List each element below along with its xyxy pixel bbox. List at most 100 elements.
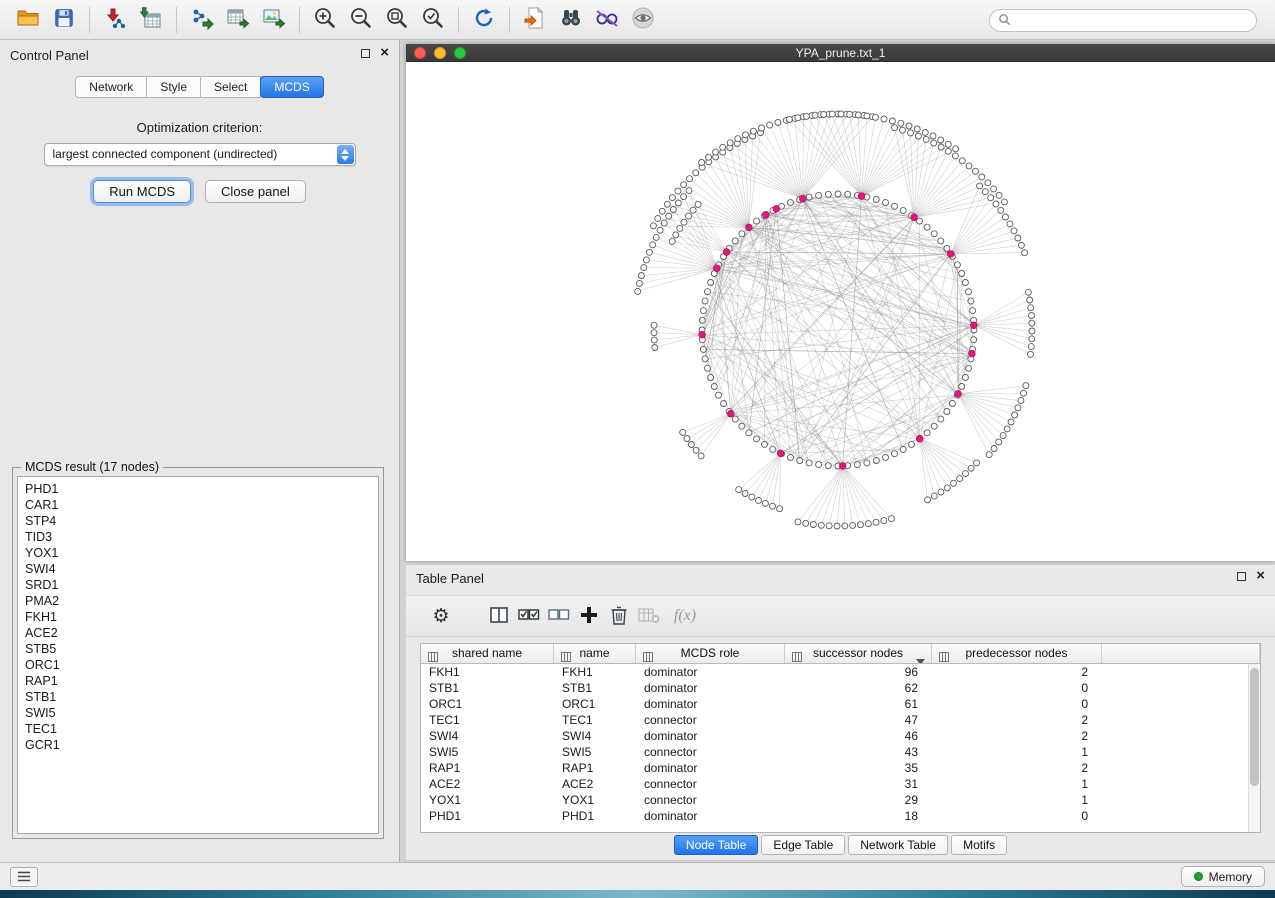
column-header-MCDS-role[interactable]: MCDS role (636, 644, 785, 663)
result-node-item[interactable]: STB5 (18, 641, 378, 657)
tab-motifs[interactable]: Motifs (951, 835, 1007, 855)
result-node-item[interactable]: GCR1 (18, 737, 378, 753)
export-table-button[interactable] (220, 4, 256, 36)
close-panel-button[interactable]: × (380, 48, 389, 58)
import-table-button[interactable] (133, 4, 169, 36)
deselect-all-button[interactable] (544, 601, 574, 631)
zoom-in-button[interactable] (307, 4, 343, 36)
result-node-item[interactable]: SWI4 (18, 561, 378, 577)
window-minimize-icon[interactable] (434, 47, 446, 59)
table-row[interactable]: YOX1YOX1connector291 (421, 792, 1260, 808)
column-visibility-button[interactable] (484, 601, 514, 631)
memory-label: Memory (1209, 870, 1252, 884)
zoom-fit-icon (384, 5, 410, 34)
table-row[interactable]: SWI5SWI5connector431 (421, 744, 1260, 760)
tab-node-table[interactable]: Node Table (674, 835, 759, 855)
result-node-item[interactable]: TID3 (18, 529, 378, 545)
table-cell: 1 (932, 792, 1102, 808)
float-table-panel-button[interactable] (1237, 572, 1246, 581)
tab-mcds[interactable]: MCDS (260, 76, 323, 98)
table-row[interactable]: SWI4SWI4dominator462 (421, 728, 1260, 744)
table-settings-button[interactable]: ⚙ (426, 601, 456, 631)
table-cell: ACE2 (421, 776, 554, 792)
tab-edge-table[interactable]: Edge Table (761, 835, 845, 855)
table-cell: 0 (932, 808, 1102, 824)
result-node-item[interactable]: ORC1 (18, 657, 378, 673)
result-node-item[interactable]: SWI5 (18, 705, 378, 721)
table-scrollbar[interactable] (1248, 664, 1260, 832)
column-header-label: predecessor nodes (965, 646, 1067, 660)
tab-style[interactable]: Style (146, 76, 201, 98)
delete-column-button[interactable] (604, 601, 634, 631)
table-row[interactable]: TEC1TEC1connector472 (421, 712, 1260, 728)
tab-select[interactable]: Select (200, 76, 261, 98)
column-header-name[interactable]: name (554, 644, 636, 663)
import-network-button[interactable] (97, 4, 133, 36)
column-header-shared-name[interactable]: shared name (421, 644, 554, 663)
window-close-icon[interactable] (414, 47, 426, 59)
result-node-item[interactable]: PMA2 (18, 593, 378, 609)
save-session-button[interactable] (46, 4, 82, 36)
result-node-item[interactable]: STB1 (18, 689, 378, 705)
result-node-item[interactable]: CAR1 (18, 497, 378, 513)
hide-glasses-button[interactable] (589, 4, 625, 36)
close-panel-action-button[interactable]: Close panel (205, 180, 306, 203)
criterion-dropdown[interactable]: largest connected component (undirected) (44, 143, 356, 166)
table-row[interactable]: PHD1PHD1dominator180 (421, 808, 1260, 824)
share-document-button[interactable] (517, 4, 553, 36)
table-scrollbar-thumb[interactable] (1250, 668, 1259, 786)
search-input[interactable] (1017, 14, 1248, 28)
main-toolbar (0, 0, 1275, 40)
export-image-button[interactable] (256, 4, 292, 36)
result-node-item[interactable]: FKH1 (18, 609, 378, 625)
tab-network-table[interactable]: Network Table (848, 835, 948, 855)
export-network-button[interactable] (184, 4, 220, 36)
memory-button[interactable]: Memory (1181, 866, 1265, 887)
table-cell: TEC1 (421, 712, 554, 728)
open-session-button[interactable] (10, 4, 46, 36)
table-cell: STB1 (554, 680, 636, 696)
refresh-button[interactable] (466, 4, 502, 36)
application-window: Control Panel × NetworkStyleSelectMCDS O… (0, 0, 1275, 890)
zoom-selected-button[interactable] (415, 4, 451, 36)
column-header-predecessor-nodes[interactable]: predecessor nodes (932, 644, 1102, 663)
zoom-out-button[interactable] (343, 4, 379, 36)
column-header-label: name (579, 646, 609, 660)
table-row[interactable]: RAP1RAP1dominator352 (421, 760, 1260, 776)
zoom-fit-button[interactable] (379, 4, 415, 36)
table-cell: dominator (636, 696, 785, 712)
table-row[interactable]: STB1STB1dominator620 (421, 680, 1260, 696)
global-search[interactable] (989, 9, 1257, 32)
list-icon (17, 870, 31, 885)
table-cell: connector (636, 712, 785, 728)
result-node-item[interactable]: YOX1 (18, 545, 378, 561)
network-canvas[interactable] (406, 62, 1275, 561)
result-node-item[interactable]: TEC1 (18, 721, 378, 737)
toolbar-separator (299, 7, 300, 33)
result-node-item[interactable]: STP4 (18, 513, 378, 529)
select-all-button[interactable] (514, 601, 544, 631)
table-row[interactable]: ACE2ACE2connector311 (421, 776, 1260, 792)
tab-network[interactable]: Network (75, 76, 147, 98)
console-toggle-button[interactable] (10, 867, 38, 887)
result-node-item[interactable]: RAP1 (18, 673, 378, 689)
table-row[interactable]: ORC1ORC1dominator610 (421, 696, 1260, 712)
table-row[interactable]: FKH1FKH1dominator962 (421, 664, 1260, 680)
delete-table-button[interactable] (634, 601, 664, 631)
network-window-titlebar[interactable]: YPA_prune.txt_1 (406, 44, 1275, 62)
result-node-item[interactable]: SRD1 (18, 577, 378, 593)
run-mcds-button[interactable]: Run MCDS (93, 180, 191, 203)
column-header-successor-nodes[interactable]: successor nodes (785, 644, 932, 663)
result-node-item[interactable]: ACE2 (18, 625, 378, 641)
function-builder-button[interactable]: f(x) (664, 601, 706, 631)
add-column-button[interactable] (574, 601, 604, 631)
search-network-button[interactable] (553, 4, 589, 36)
export-table-icon (226, 6, 250, 33)
result-node-item[interactable]: PHD1 (18, 481, 378, 497)
window-maximize-icon[interactable] (454, 47, 466, 59)
search-network-icon (558, 5, 584, 34)
float-panel-button[interactable] (361, 49, 370, 58)
table-cell: 1 (932, 776, 1102, 792)
close-table-panel-button[interactable]: × (1256, 571, 1265, 581)
show-eye-button[interactable] (625, 4, 661, 36)
